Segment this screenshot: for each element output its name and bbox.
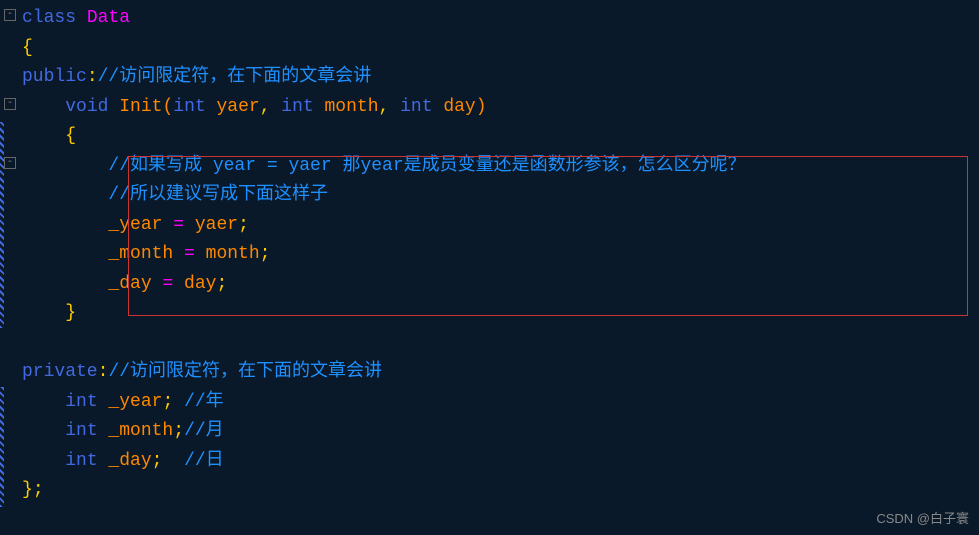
gutter: - - -: [0, 0, 20, 535]
keyword-int: int: [281, 97, 313, 117]
code-line: int _day; //日: [22, 447, 979, 477]
variable: _month: [108, 244, 173, 264]
variable: _year: [98, 392, 163, 412]
comment: //访问限定符，在下面的文章会讲: [98, 67, 372, 87]
variable: _day: [108, 274, 151, 294]
class-name: Data: [76, 8, 130, 28]
variable: _month: [98, 421, 174, 441]
operator: =: [162, 215, 194, 235]
code-line: private://访问限定符，在下面的文章会讲: [22, 358, 979, 388]
keyword-class: class: [22, 8, 76, 28]
code-line: {: [22, 34, 979, 64]
keyword-void: void: [65, 97, 108, 117]
brace: {: [65, 126, 76, 146]
keyword-int: int: [65, 392, 97, 412]
semicolon: ;: [162, 392, 173, 412]
function-name: Init: [108, 97, 162, 117]
variable: month: [206, 244, 260, 264]
keyword-int: int: [65, 451, 97, 471]
semicolon: ;: [152, 451, 163, 471]
comment: //访问限定符，在下面的文章会讲: [108, 362, 382, 382]
comment: //年: [184, 392, 224, 412]
code-line: _month = month;: [22, 240, 979, 270]
code-line: int _month;//月: [22, 417, 979, 447]
code-line: int _year; //年: [22, 388, 979, 418]
code-line: class Data: [22, 4, 979, 34]
keyword-int: int: [173, 97, 205, 117]
code-line: {: [22, 122, 979, 152]
brace: }: [65, 303, 76, 323]
keyword-public: public: [22, 67, 87, 87]
bookmark-marker: [0, 387, 4, 507]
variable: _day: [98, 451, 152, 471]
brace: {: [22, 38, 33, 58]
variable: yaer: [195, 215, 238, 235]
keyword-int: int: [400, 97, 432, 117]
code-line: }: [22, 299, 979, 329]
semicolon: ;: [173, 421, 184, 441]
code-line: _day = day;: [22, 270, 979, 300]
semicolon: ;: [33, 480, 44, 500]
watermark: CSDN @白子寰: [876, 508, 969, 529]
param: yaer: [206, 97, 260, 117]
operator: =: [173, 244, 205, 264]
paren: ): [476, 97, 487, 117]
code-line: public://访问限定符，在下面的文章会讲: [22, 63, 979, 93]
keyword-int: int: [65, 421, 97, 441]
variable: day: [184, 274, 216, 294]
code-line: //如果写成 year = yaer 那year是成员变量还是函数形参该，怎么区…: [22, 152, 979, 182]
brace: }: [22, 480, 33, 500]
comma: ,: [379, 97, 401, 117]
fold-marker-icon[interactable]: -: [4, 9, 16, 21]
comma: ,: [260, 97, 282, 117]
semicolon: ;: [238, 215, 249, 235]
variable: _year: [108, 215, 162, 235]
comment: //月: [184, 421, 224, 441]
comment: //所以建议写成下面这样子: [108, 185, 328, 205]
colon: :: [87, 67, 98, 87]
fold-marker-icon[interactable]: -: [4, 157, 16, 169]
comment: //如果写成 year = yaer 那year是成员变量还是函数形参该，怎么区…: [108, 156, 745, 176]
code-line: };: [22, 476, 979, 506]
bookmark-marker: [0, 122, 4, 328]
code-editor[interactable]: class Data { public://访问限定符，在下面的文章会讲 voi…: [0, 0, 979, 506]
operator: =: [152, 274, 184, 294]
comment: //日: [184, 451, 224, 471]
code-line: //所以建议写成下面这样子: [22, 181, 979, 211]
param: day: [433, 97, 476, 117]
code-line: void Init(int yaer, int month, int day): [22, 93, 979, 123]
code-line: [22, 329, 979, 359]
semicolon: ;: [216, 274, 227, 294]
keyword-private: private: [22, 362, 98, 382]
fold-marker-icon[interactable]: -: [4, 98, 16, 110]
paren: (: [162, 97, 173, 117]
code-line: _year = yaer;: [22, 211, 979, 241]
semicolon: ;: [260, 244, 271, 264]
param: month: [314, 97, 379, 117]
colon: :: [98, 362, 109, 382]
